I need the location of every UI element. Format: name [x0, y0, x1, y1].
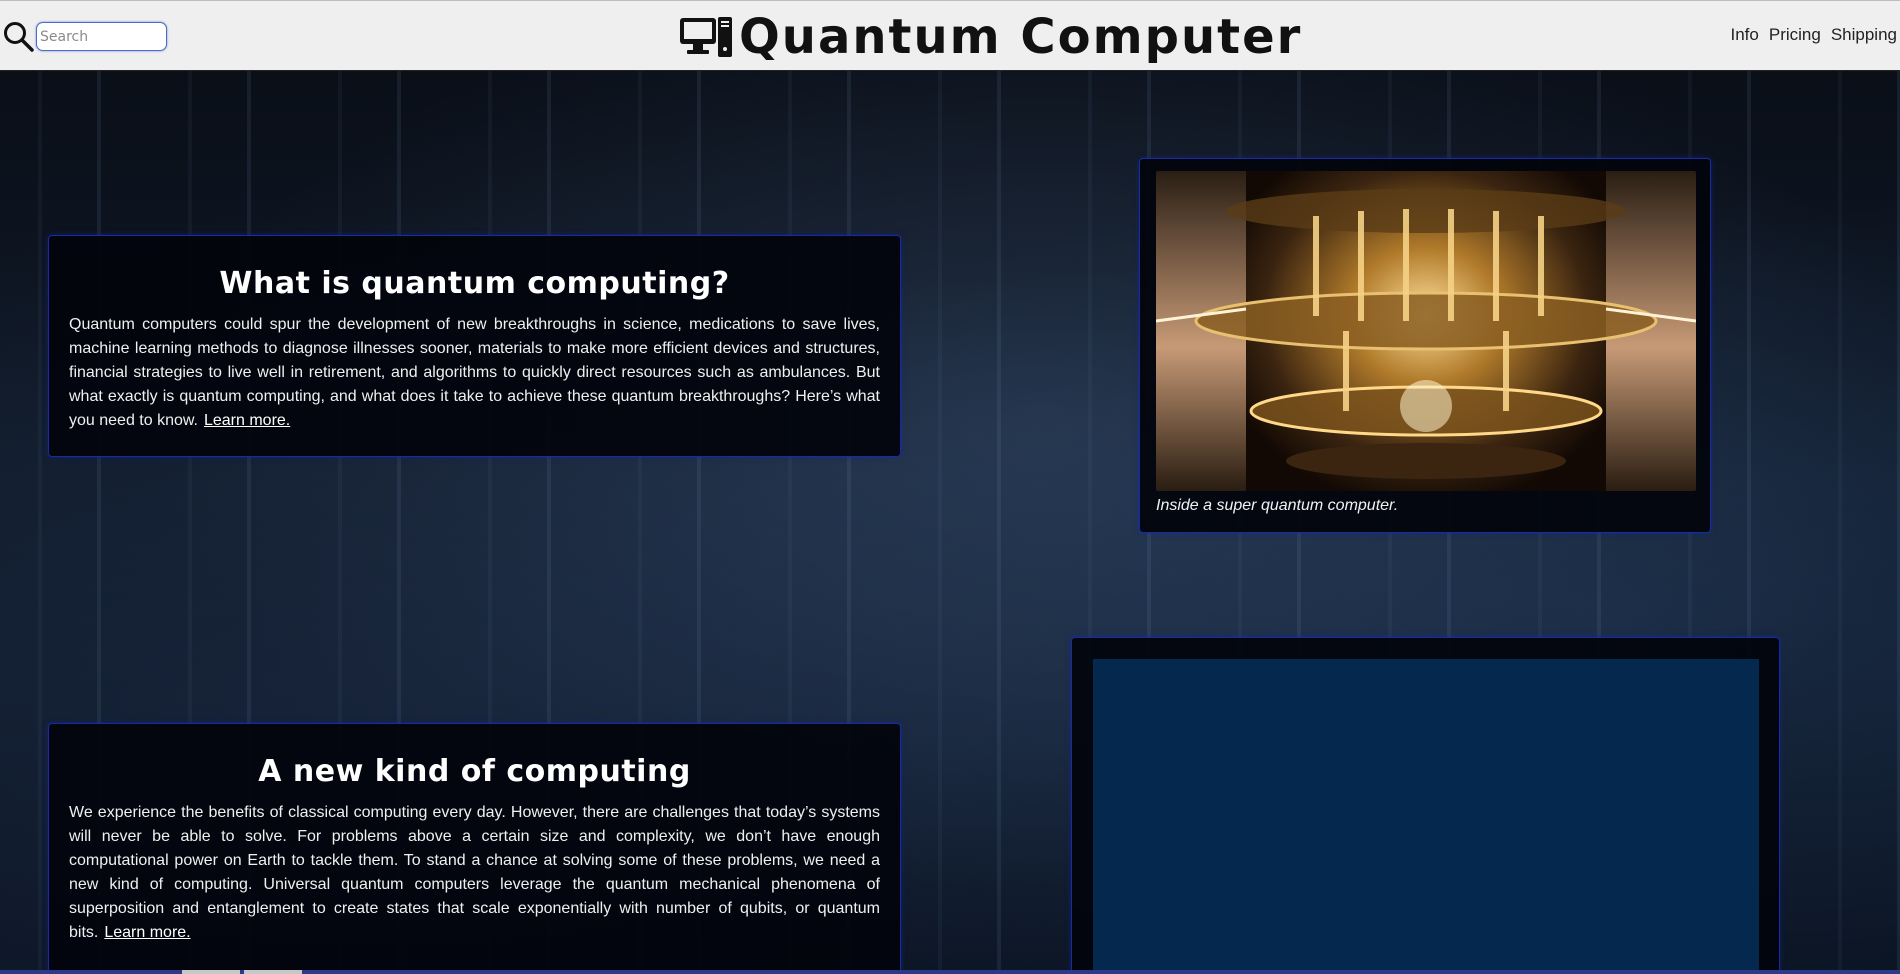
- section-body: Quantum computers could spur the develop…: [69, 313, 880, 433]
- search-input[interactable]: [36, 22, 167, 51]
- media-card: [1071, 637, 1780, 974]
- section-heading: A new kind of computing: [258, 754, 691, 789]
- video-placeholder[interactable]: [1093, 659, 1759, 974]
- nav-link-pricing[interactable]: Pricing: [1769, 25, 1821, 45]
- section-body: We experience the benefits of classical …: [69, 801, 880, 945]
- quantum-computer-figure: Inside a super quantum computer.: [1139, 158, 1711, 533]
- tab-stub: [182, 970, 240, 974]
- section-heading: What is quantum computing?: [219, 266, 730, 301]
- learn-more-link[interactable]: Learn more.: [104, 924, 190, 941]
- nav-link-info[interactable]: Info: [1731, 25, 1759, 45]
- top-navigation-bar: Quantum Computer Info Pricing Shipping: [0, 0, 1900, 71]
- section-text: We experience the benefits of classical …: [69, 804, 880, 941]
- quantum-computer-photo: [1156, 171, 1696, 491]
- section-text: Quantum computers could spur the develop…: [69, 316, 880, 429]
- desktop-computer-icon: [680, 17, 732, 57]
- section-what-is-quantum: What is quantum computing? Quantum compu…: [48, 235, 901, 457]
- tab-stub: [244, 970, 302, 974]
- brand[interactable]: Quantum Computer: [679, 9, 1302, 65]
- section-new-kind: A new kind of computing We experience th…: [48, 723, 901, 974]
- photo-caption: Inside a super quantum computer.: [1156, 497, 1399, 514]
- main-nav: Info Pricing Shipping: [1731, 25, 1898, 45]
- search-icon[interactable]: [2, 20, 34, 52]
- site-title: Quantum Computer: [739, 9, 1303, 65]
- learn-more-link[interactable]: Learn more.: [204, 412, 290, 429]
- nav-link-shipping[interactable]: Shipping: [1831, 25, 1897, 45]
